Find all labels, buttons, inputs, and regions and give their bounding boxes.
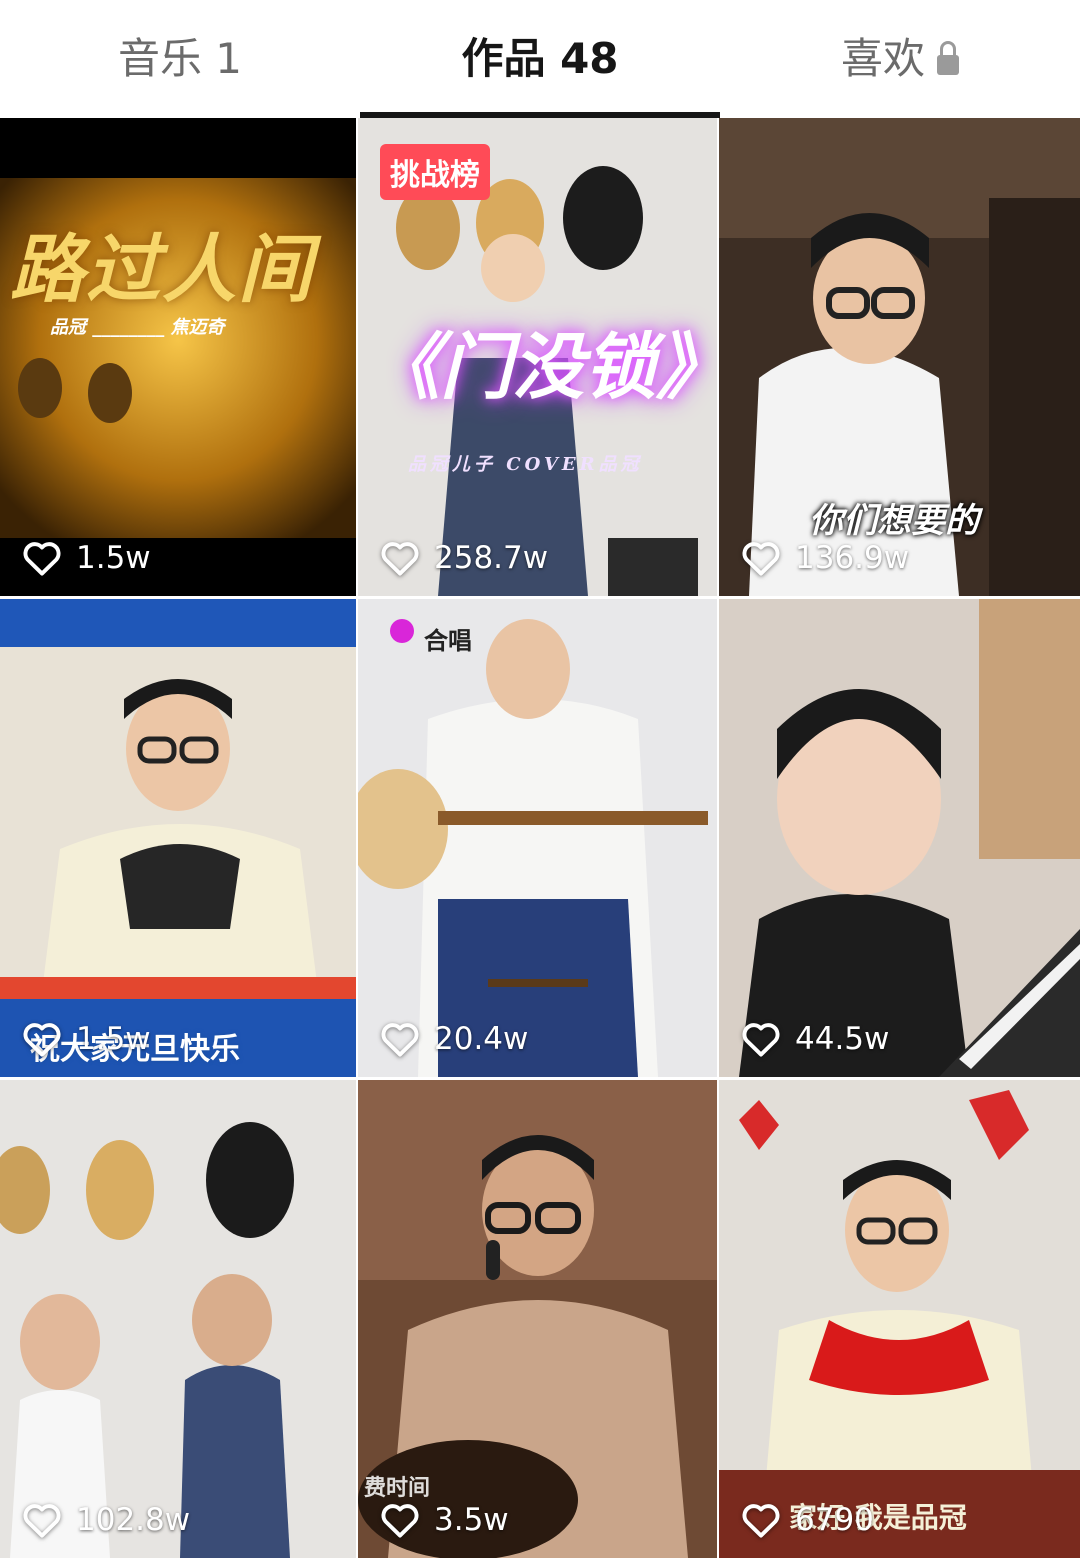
like-count: 20.4w bbox=[380, 1021, 528, 1057]
like-count: 258.7w bbox=[380, 540, 548, 576]
tab-music[interactable]: 音乐 1 bbox=[0, 0, 360, 118]
video-tile-7[interactable]: 102.8w bbox=[0, 1080, 356, 1558]
video-subtitle: 品冠 ________ 焦迈奇 bbox=[50, 317, 225, 338]
like-count: 1.5w bbox=[22, 1021, 151, 1057]
like-count-value: 20.4w bbox=[434, 1021, 529, 1057]
chorus-chip: 合唱 bbox=[424, 627, 472, 655]
video-caption: 你们想要的 bbox=[809, 501, 979, 541]
video-tile-3[interactable]: 你们想要的 136.9w bbox=[719, 118, 1080, 596]
tab-works-label: 作品 48 bbox=[461, 34, 619, 83]
video-thumbnail-4 bbox=[0, 599, 356, 1077]
profile-tabs: 音乐 1 作品 48 喜欢 bbox=[0, 0, 1080, 118]
like-count-value: 3.5w bbox=[434, 1502, 509, 1538]
like-count: 102.8w bbox=[22, 1502, 190, 1538]
video-thumbnail-9 bbox=[719, 1080, 1080, 1558]
video-caption: 费时间 bbox=[364, 1475, 431, 1501]
video-tile-2[interactable]: 挑战榜 《门没锁》 品冠儿子 COVER品冠 258.7w bbox=[358, 118, 717, 596]
like-count-value: 258.7w bbox=[434, 540, 549, 576]
video-thumbnail-5 bbox=[358, 599, 717, 1077]
heart-icon bbox=[381, 1504, 419, 1538]
like-count: 44.5w bbox=[741, 1021, 889, 1057]
like-count: 1.5w bbox=[22, 540, 151, 576]
video-thumbnail-7 bbox=[0, 1080, 356, 1558]
heart-icon bbox=[742, 542, 780, 576]
video-title: 路过人间 bbox=[10, 227, 314, 313]
like-count-value: 1.5w bbox=[76, 1021, 151, 1057]
heart-icon bbox=[23, 1023, 61, 1057]
video-thumbnail-1 bbox=[0, 118, 356, 596]
video-tile-8[interactable]: 费时间 3.5w bbox=[358, 1080, 717, 1558]
heart-icon bbox=[742, 1023, 780, 1057]
like-count-value: 6790 bbox=[795, 1502, 874, 1538]
heart-icon bbox=[381, 542, 419, 576]
like-count-value: 1.5w bbox=[76, 540, 151, 576]
lock-icon bbox=[937, 41, 959, 75]
challenge-badge: 挑战榜 bbox=[380, 144, 490, 200]
like-count-value: 136.9w bbox=[795, 540, 910, 576]
video-tile-4[interactable]: 祝大家元旦快乐 1.5w bbox=[0, 599, 356, 1077]
like-count: 136.9w bbox=[741, 540, 909, 576]
like-count-value: 44.5w bbox=[795, 1021, 890, 1057]
like-count: 6790 bbox=[741, 1502, 874, 1538]
video-title: 《门没锁》 bbox=[368, 324, 717, 409]
tab-music-label: 音乐 1 bbox=[117, 34, 243, 83]
video-subtitle: 品冠儿子 COVER品冠 bbox=[408, 454, 643, 475]
video-tile-6[interactable]: 44.5w bbox=[719, 599, 1080, 1077]
video-tile-9[interactable]: 家好 我是品冠 6790 bbox=[719, 1080, 1080, 1558]
video-tile-1[interactable]: 路过人间 品冠 ________ 焦迈奇 1.5w bbox=[0, 118, 356, 596]
like-count: 3.5w bbox=[380, 1502, 509, 1538]
heart-icon bbox=[23, 1504, 61, 1538]
heart-icon bbox=[23, 542, 61, 576]
tab-likes-label: 喜欢 bbox=[840, 34, 925, 83]
video-tile-5[interactable]: 合唱 20.4w bbox=[358, 599, 717, 1077]
heart-icon bbox=[381, 1023, 419, 1057]
like-count-value: 102.8w bbox=[76, 1502, 191, 1538]
video-thumbnail-6 bbox=[719, 599, 1080, 1077]
tab-works[interactable]: 作品 48 bbox=[360, 0, 720, 118]
tab-likes[interactable]: 喜欢 bbox=[720, 0, 1080, 118]
heart-icon bbox=[742, 1504, 780, 1538]
video-grid: 路过人间 品冠 ________ 焦迈奇 1.5w 挑战榜 《门没锁》 品冠儿子… bbox=[0, 118, 1080, 1558]
